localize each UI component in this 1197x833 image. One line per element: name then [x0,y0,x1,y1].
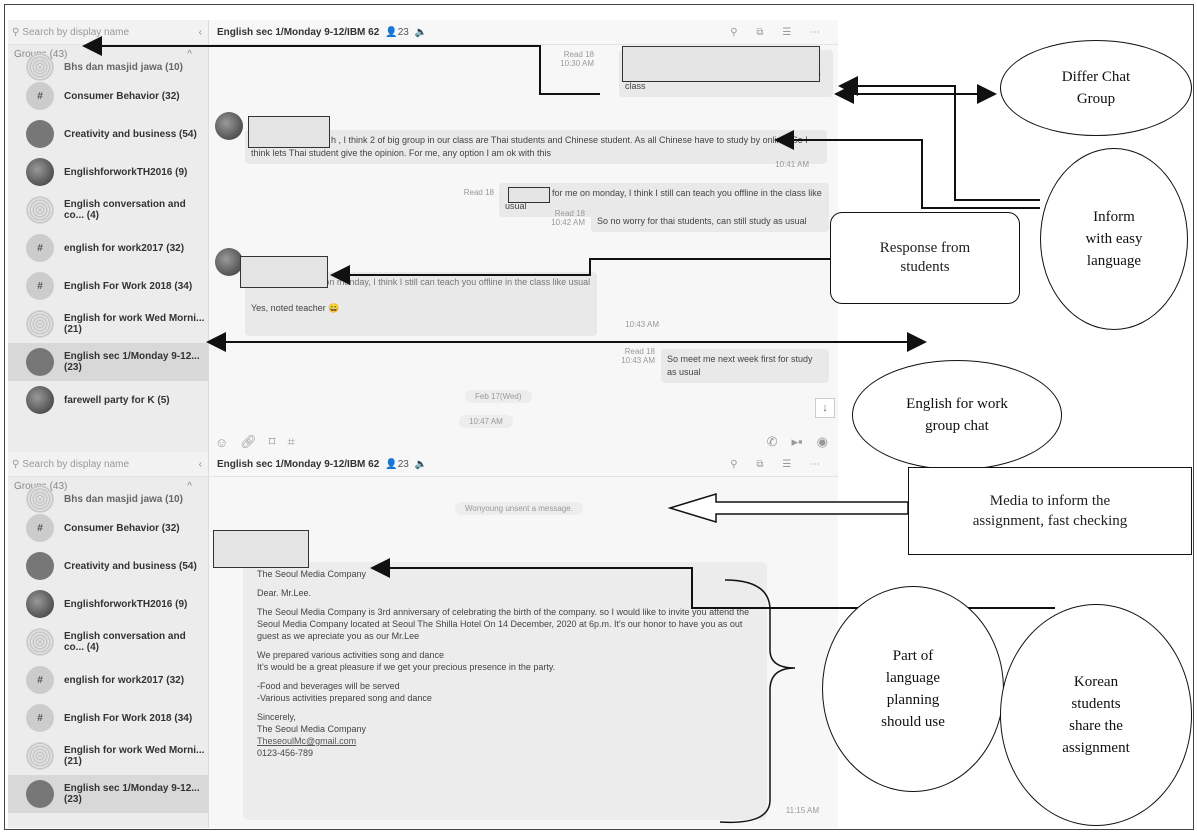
arrow-inform-2 [774,130,1040,209]
arrow-differ-chat [82,36,600,95]
annotation-korean: Korean students share the assignment [1000,604,1192,826]
annotation-response: Response from students [830,212,1020,304]
annotation-inform: Inform with easy language [1040,148,1188,330]
annotation-media: Media to inform the assignment, fast chec… [908,467,1192,555]
annotation-part-of: Part of language planning should use [822,586,1004,792]
arrow-media [667,492,909,524]
arrow-response [330,258,830,285]
annotation-english-work: English for work group chat [852,360,1062,470]
brace [719,579,796,824]
annotation-differ-chat: Differ Chat Group [1000,40,1192,136]
